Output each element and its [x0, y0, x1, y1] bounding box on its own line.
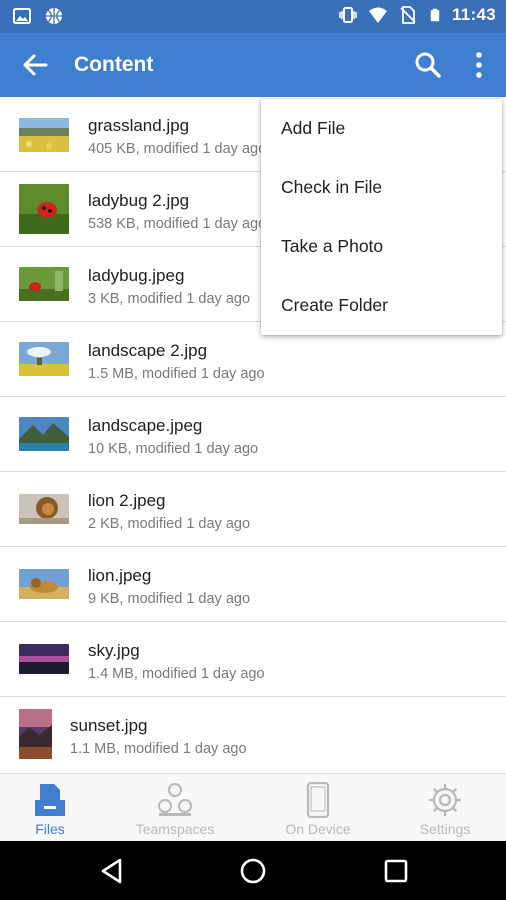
- list-item[interactable]: sky.jpg 1.4 MB, modified 1 day ago: [0, 622, 506, 697]
- file-thumbnail: [19, 569, 69, 599]
- file-meta: 3 KB, modified 1 day ago: [88, 291, 251, 307]
- vibrate-icon: [339, 7, 357, 23]
- battery-icon: [430, 8, 440, 22]
- nav-label-on-device: On Device: [285, 821, 351, 837]
- file-name: landscape 2.jpg: [88, 341, 208, 360]
- list-item[interactable]: landscape.jpeg 10 KB, modified 1 day ago: [0, 397, 506, 472]
- app-bar: Content: [0, 33, 506, 97]
- file-name: ladybug 2.jpg: [88, 191, 190, 210]
- menu-item-add-file[interactable]: Add File: [261, 99, 502, 158]
- more-vert-icon[interactable]: [468, 49, 490, 81]
- file-thumbnail: [19, 118, 69, 152]
- file-meta: 538 KB, modified 1 day ago: [88, 216, 267, 232]
- file-thumbnail: [19, 417, 69, 451]
- page-title: Content: [74, 53, 154, 76]
- file-meta: 2 KB, modified 1 day ago: [88, 516, 251, 532]
- file-thumbnail: [19, 267, 69, 301]
- image-icon: [13, 8, 31, 24]
- file-thumbnail: [19, 184, 69, 234]
- bottom-nav: Files Teamspaces On Device Settings: [0, 773, 506, 841]
- file-name: sunset.jpg: [70, 716, 148, 735]
- file-meta: 10 KB, modified 1 day ago: [88, 441, 259, 457]
- nav-label-teamspaces: Teamspaces: [135, 821, 215, 837]
- clock: 11:43: [451, 5, 496, 24]
- menu-item-create-folder[interactable]: Create Folder: [261, 276, 502, 335]
- list-item[interactable]: lion.jpeg 9 KB, modified 1 day ago: [0, 547, 506, 622]
- home-circle-icon[interactable]: [238, 856, 268, 886]
- menu-item-take-photo[interactable]: Take a Photo: [261, 217, 502, 276]
- nav-settings[interactable]: Settings: [400, 774, 490, 842]
- gear-icon: [429, 784, 461, 816]
- file-meta: 1.4 MB, modified 1 day ago: [88, 666, 265, 682]
- files-icon: [35, 784, 65, 816]
- arrow-back-icon[interactable]: [18, 49, 52, 81]
- file-thumbnail: [19, 709, 52, 759]
- file-meta: 9 KB, modified 1 day ago: [88, 591, 251, 607]
- file-thumbnail: [19, 644, 69, 674]
- file-meta: 405 KB, modified 1 day ago: [88, 141, 267, 157]
- file-name: grassland.jpg: [88, 116, 190, 135]
- nav-label-files: Files: [35, 821, 65, 837]
- phone-icon: [306, 782, 330, 818]
- nav-label-settings: Settings: [419, 821, 471, 837]
- file-thumbnail: [19, 342, 69, 376]
- file-name: lion.jpeg: [88, 566, 152, 585]
- overflow-menu: Add File Check in File Take a Photo Crea…: [261, 99, 502, 335]
- menu-item-check-in-file[interactable]: Check in File: [261, 158, 502, 217]
- file-thumbnail: [19, 494, 69, 524]
- recents-square-icon[interactable]: [381, 856, 411, 886]
- list-item[interactable]: sunset.jpg 1.1 MB, modified 1 day ago: [0, 697, 506, 772]
- system-nav-bar: [0, 841, 506, 900]
- teamspaces-icon: [158, 783, 192, 816]
- file-name: sky.jpg: [88, 641, 140, 660]
- wifi-icon: [368, 7, 387, 23]
- nav-on-device[interactable]: On Device: [262, 774, 374, 842]
- nav-teamspaces[interactable]: Teamspaces: [115, 774, 235, 842]
- no-sim-icon: [400, 6, 416, 24]
- file-meta: 1.5 MB, modified 1 day ago: [88, 366, 265, 382]
- nav-files[interactable]: Files: [0, 774, 100, 842]
- search-icon[interactable]: [414, 50, 442, 80]
- file-meta: 1.1 MB, modified 1 day ago: [70, 741, 247, 757]
- back-triangle-icon[interactable]: [97, 856, 127, 886]
- basketball-icon: [46, 8, 62, 24]
- file-name: lion 2.jpeg: [88, 491, 166, 510]
- list-item[interactable]: lion 2.jpeg 2 KB, modified 1 day ago: [0, 472, 506, 547]
- file-name: ladybug.jpeg: [88, 266, 185, 285]
- file-name: landscape.jpeg: [88, 416, 203, 435]
- status-bar: 11:43: [0, 0, 506, 33]
